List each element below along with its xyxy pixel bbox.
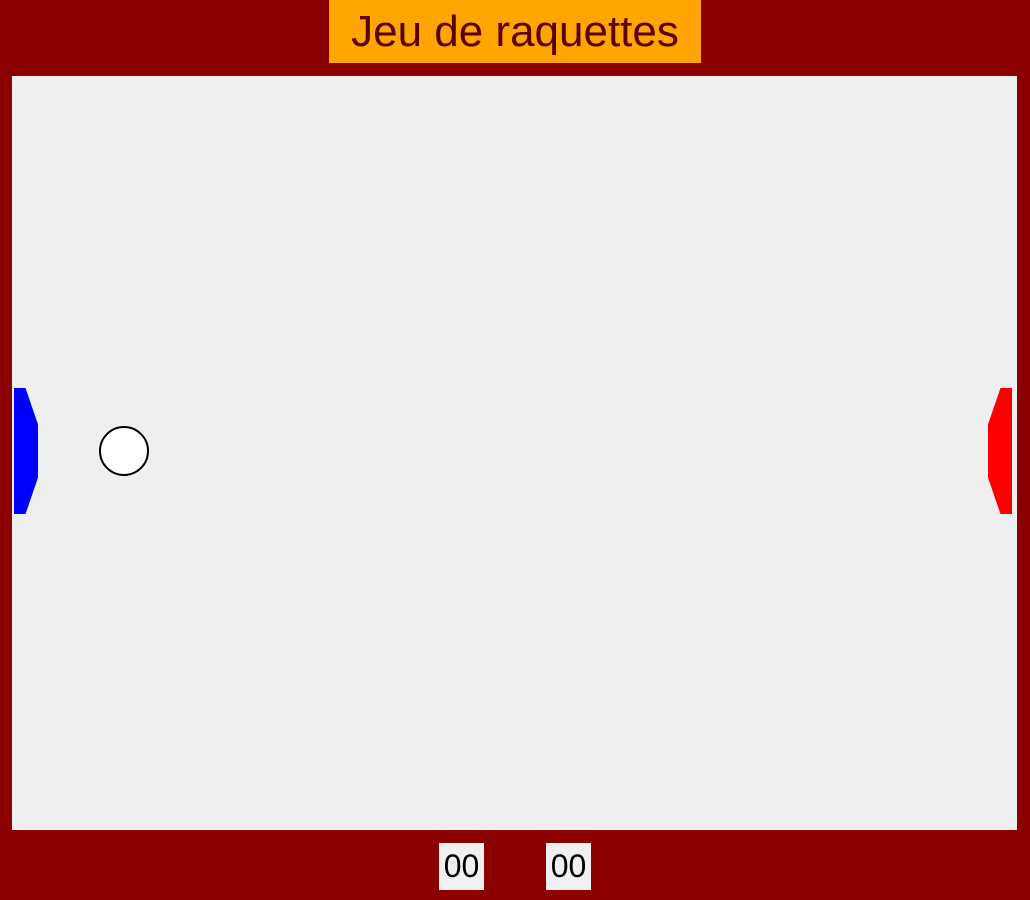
left-paddle[interactable] (14, 388, 38, 514)
game-window: Jeu de raquettes 00 00 (0, 0, 1030, 900)
right-paddle[interactable] (988, 388, 1012, 514)
right-score: 00 (546, 843, 591, 890)
playing-field[interactable] (12, 76, 1017, 830)
left-score: 00 (439, 843, 484, 890)
ball (99, 426, 149, 476)
game-title: Jeu de raquettes (329, 0, 701, 63)
